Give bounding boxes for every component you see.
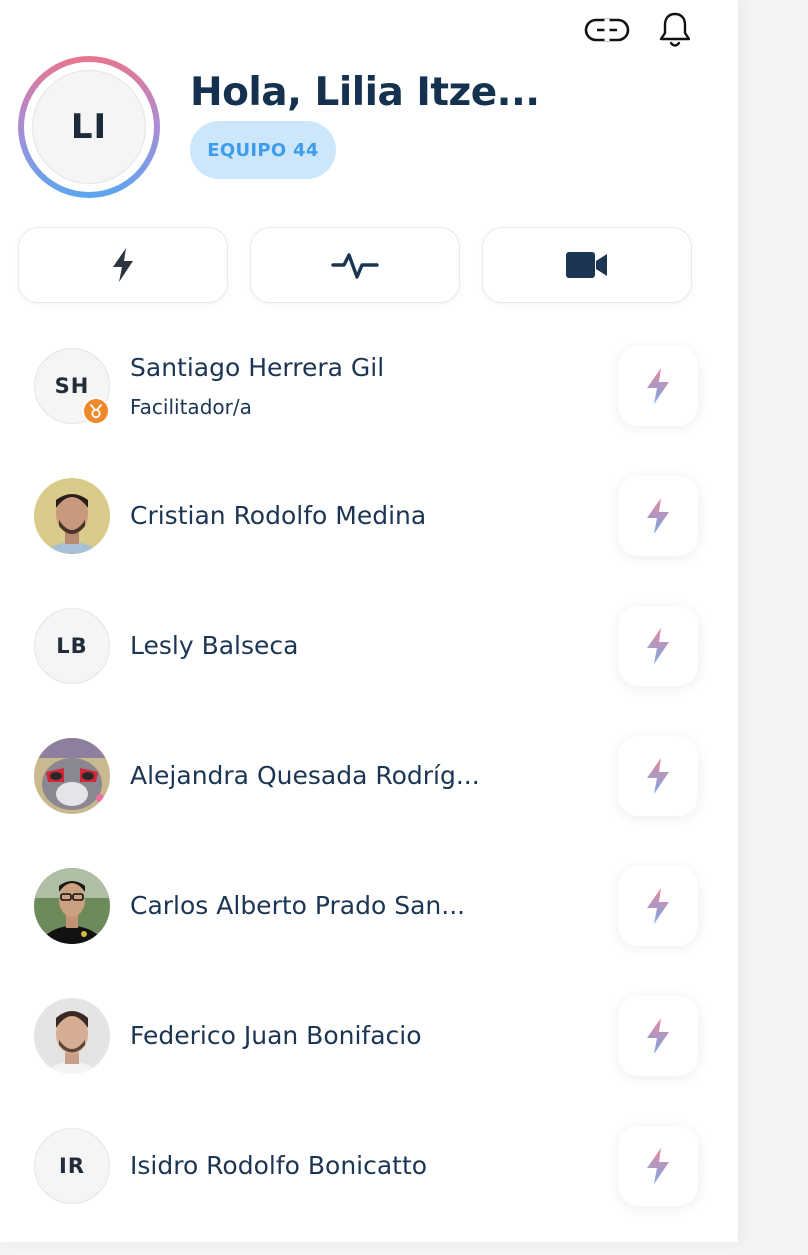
greeting-title: Hola, Lilia Itze... — [190, 70, 540, 115]
send-energy-button[interactable] — [618, 606, 698, 686]
member-name: Carlos Alberto Prado San... — [130, 891, 466, 920]
member-row[interactable]: LB Lesly Balseca — [0, 605, 738, 735]
send-energy-button[interactable] — [618, 1126, 698, 1206]
member-row[interactable]: IR Isidro Rodolfo Bonicatto — [0, 1125, 738, 1255]
lightning-icon — [647, 628, 669, 664]
top-icons — [584, 10, 698, 50]
member-row[interactable]: Federico Juan Bonifacio — [0, 995, 738, 1125]
member-role: Facilitador/a — [130, 395, 252, 419]
member-name: Isidro Rodolfo Bonicatto — [130, 1151, 428, 1180]
send-energy-button[interactable] — [618, 996, 698, 1076]
member-row[interactable]: Cristian Rodolfo Medina — [0, 475, 738, 605]
bell-icon[interactable] — [652, 10, 698, 50]
member-name: Santiago Herrera Gil — [130, 353, 385, 382]
member-name: Lesly Balseca — [130, 631, 299, 660]
member-avatar-photo — [34, 478, 110, 554]
member-avatar-photo — [34, 868, 110, 944]
action-bar — [18, 227, 692, 303]
video-button[interactable] — [482, 227, 692, 303]
link-icon[interactable] — [584, 10, 630, 50]
lightning-icon — [647, 368, 669, 404]
member-row[interactable]: Alejandra Quesada Rodríg... — [0, 735, 738, 865]
energy-button[interactable] — [18, 227, 228, 303]
member-avatar: LB — [34, 608, 110, 684]
lightning-icon — [647, 1148, 669, 1184]
activity-button[interactable] — [250, 227, 460, 303]
medal-icon — [82, 397, 110, 425]
lightning-icon — [647, 498, 669, 534]
user-avatar[interactable]: LI — [18, 56, 160, 198]
lightning-icon — [647, 1018, 669, 1054]
send-energy-button[interactable] — [618, 476, 698, 556]
team-panel: LI Hola, Lilia Itze... EQUIPO 44 SH Sant… — [0, 0, 738, 1242]
send-energy-button[interactable] — [618, 866, 698, 946]
member-avatar-photo — [34, 738, 110, 814]
activity-pulse-icon — [331, 253, 379, 279]
user-initials: LI — [32, 70, 146, 184]
lightning-icon — [647, 888, 669, 924]
lightning-icon — [113, 248, 133, 282]
lightning-icon — [647, 758, 669, 794]
member-avatar: IR — [34, 1128, 110, 1204]
member-avatar-photo — [34, 998, 110, 1074]
member-list: SH Santiago Herrera Gil Facilitador/a Cr… — [0, 345, 738, 1255]
member-row[interactable]: Carlos Alberto Prado San... — [0, 865, 738, 995]
team-badge[interactable]: EQUIPO 44 — [190, 121, 336, 179]
send-energy-button[interactable] — [618, 346, 698, 426]
member-name: Alejandra Quesada Rodríg... — [130, 761, 480, 790]
send-energy-button[interactable] — [618, 736, 698, 816]
member-name: Federico Juan Bonifacio — [130, 1021, 422, 1050]
member-row[interactable]: SH Santiago Herrera Gil Facilitador/a — [0, 345, 738, 475]
member-name: Cristian Rodolfo Medina — [130, 501, 427, 530]
video-camera-icon — [566, 252, 607, 278]
